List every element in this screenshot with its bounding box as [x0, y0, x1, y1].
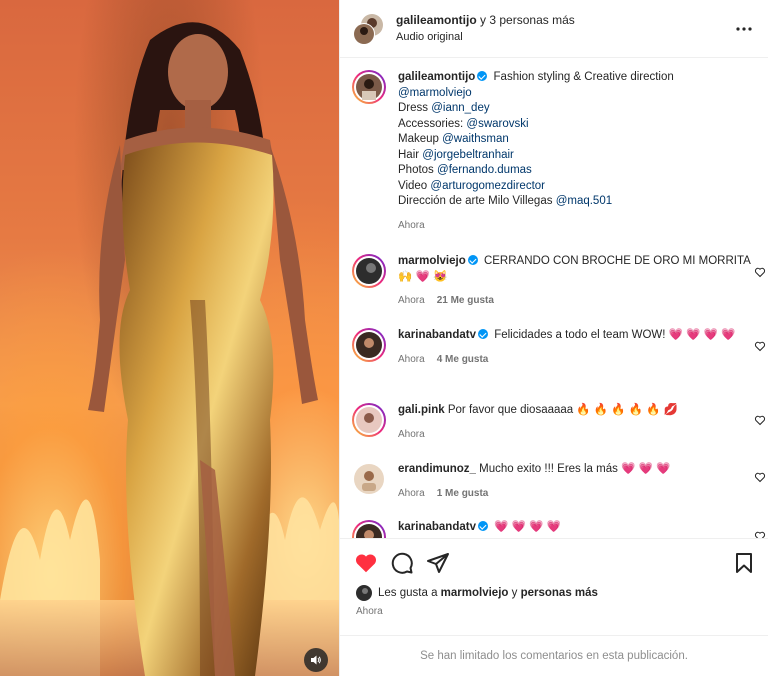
comment-item: karinabandatv 💗 💗 💗 💗 — [352, 520, 756, 538]
header-others[interactable]: y 3 personas más — [480, 13, 575, 27]
comment-like-icon[interactable] — [754, 414, 766, 426]
avatar-image — [356, 524, 382, 538]
mention-link[interactable]: @iann_dey — [431, 102, 489, 114]
caption-credit: Accessories: @swarovski — [398, 117, 529, 130]
mention-link[interactable]: @fernando.dumas — [437, 164, 532, 176]
comment-likes[interactable]: 21 Me gusta — [437, 295, 494, 306]
caption-credit: Hair @jorgebeltranhair — [398, 148, 514, 161]
comment-like-icon[interactable] — [754, 530, 766, 538]
avatar — [353, 13, 383, 45]
mention-link[interactable]: @waithsman — [442, 133, 509, 145]
comment-text: Mucho exito !!! Eres la más 💗 💗 💗 — [479, 463, 671, 475]
comment-time[interactable]: Ahora — [398, 354, 425, 365]
caption-credit: Photos @fernando.dumas — [398, 164, 532, 176]
comment-item: marmolviejo CERRANDO CON BROCHE DE ORO M… — [352, 254, 756, 309]
action-bar — [340, 538, 768, 586]
comment-text: 💗 💗 💗 💗 — [494, 521, 562, 533]
avatar[interactable] — [356, 585, 372, 601]
avatar[interactable] — [352, 254, 386, 288]
comment-text: Por favor que diosaaaaa 🔥 🔥 🔥 🔥 🔥 💋 — [447, 404, 679, 416]
post-details-panel: galileamontijo y 3 personas más Audio or… — [339, 0, 768, 676]
comment-username[interactable]: gali.pink — [398, 404, 445, 416]
more-icon — [736, 26, 752, 31]
caption-credit: Dress @iann_dey — [398, 102, 490, 114]
comment-item: erandimunoz_ Mucho exito !!! Eres la más… — [352, 462, 756, 501]
speaker-icon — [311, 655, 321, 665]
liked-by-prefix: Les gusta a — [378, 587, 438, 599]
comment-like-icon[interactable] — [754, 266, 766, 278]
comment-likes[interactable]: 1 Me gusta — [437, 488, 489, 499]
comment-like-icon[interactable] — [754, 471, 766, 483]
verified-icon — [477, 71, 488, 81]
post-time[interactable]: Ahora — [356, 606, 383, 617]
comment-time[interactable]: Ahora — [398, 429, 425, 440]
comments-limited-notice: Se han limitado los comentarios en esta … — [340, 635, 768, 676]
avatar-image — [356, 407, 382, 433]
avatar-image — [356, 74, 382, 100]
comment-item: karinabandatv Felicidades a todo el team… — [352, 328, 756, 367]
comment-time[interactable]: Ahora — [398, 488, 425, 499]
comment-likes[interactable]: 4 Me gusta — [437, 354, 489, 365]
verified-icon — [467, 255, 478, 265]
header-username[interactable]: galileamontijo — [396, 13, 477, 27]
avatar-image — [354, 464, 384, 494]
caption-credit: Makeup @waithsman — [398, 133, 509, 145]
comment-icon[interactable] — [390, 551, 414, 575]
verified-icon — [477, 329, 488, 339]
verified-icon — [477, 521, 488, 531]
comment-item: gali.pink Por favor que diosaaaaa 🔥 🔥 🔥 … — [352, 403, 756, 442]
caption-username[interactable]: galileamontijo — [398, 71, 475, 83]
liked-by-others[interactable]: personas más — [521, 587, 598, 599]
audio-label[interactable]: Audio original — [396, 30, 732, 45]
avatar[interactable] — [352, 70, 386, 104]
avatar[interactable] — [354, 464, 384, 494]
avatar[interactable] — [352, 520, 386, 538]
mention-link[interactable]: @swarovski — [466, 118, 528, 130]
mention-link[interactable]: @jorgebeltranhair — [422, 149, 514, 161]
comment-username[interactable]: erandimunoz_ — [398, 463, 476, 475]
comment-like-icon[interactable] — [754, 340, 766, 352]
caption-line1: Fashion styling & Creative direction — [493, 71, 674, 83]
like-heart-icon[interactable] — [354, 551, 378, 575]
post-header: galileamontijo y 3 personas más Audio or… — [340, 0, 768, 58]
avatar[interactable] — [352, 328, 386, 362]
mute-toggle-button[interactable] — [304, 648, 328, 672]
liked-by: Les gusta a marmolviejo y personas más — [356, 585, 598, 601]
post-dialog: galileamontijo y 3 personas más Audio or… — [0, 0, 768, 676]
avatar[interactable] — [352, 403, 386, 437]
liked-by-user[interactable]: marmolviejo — [441, 587, 509, 599]
caption-mention[interactable]: @marmolviejo — [398, 86, 756, 102]
post-video[interactable] — [0, 0, 339, 676]
video-frame — [0, 22, 339, 676]
more-options-button[interactable] — [732, 17, 756, 41]
caption-time[interactable]: Ahora — [398, 218, 756, 234]
caption-credit: Dirección de arte Milo Villegas @maq.501 — [398, 195, 613, 207]
avatar-image — [356, 332, 382, 358]
avatar-image — [356, 258, 382, 284]
save-bookmark-icon[interactable] — [732, 551, 756, 575]
comment-username[interactable]: karinabandatv — [398, 521, 476, 533]
comment-time[interactable]: Ahora — [398, 295, 425, 306]
collab-avatars[interactable] — [352, 13, 384, 45]
comment-username[interactable]: marmolviejo — [398, 255, 466, 267]
comments-list[interactable]: galileamontijo Fashion styling & Creativ… — [340, 58, 768, 538]
comment-text: Felicidades a todo el team WOW! 💗 💗 💗 💗 — [494, 329, 736, 341]
comment-username[interactable]: karinabandatv — [398, 329, 476, 341]
caption: galileamontijo Fashion styling & Creativ… — [352, 70, 756, 233]
share-icon[interactable] — [426, 551, 450, 575]
mention-link[interactable]: @maq.501 — [556, 195, 612, 207]
caption-credit: Video @arturogomezdirector — [398, 179, 546, 192]
mention-link[interactable]: @arturogomezdirector — [430, 180, 545, 192]
